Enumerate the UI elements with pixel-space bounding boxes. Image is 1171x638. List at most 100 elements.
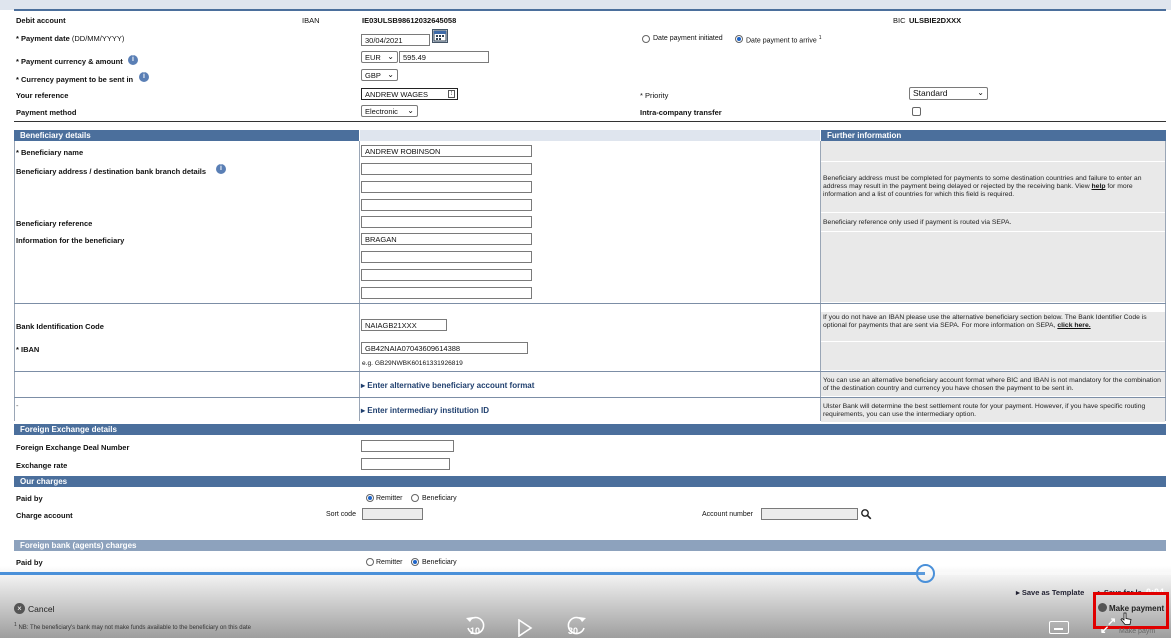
beneficiary-address-label: Beneficiary address / destination bank b… [16, 167, 207, 176]
intermediary-note: Ulster Bank will determine the best sett… [823, 403, 1146, 418]
currency-sent-select[interactable]: GBP ⌄ [361, 69, 398, 81]
info-panel [821, 342, 1165, 370]
keyboard-icon: ⁝ [448, 90, 455, 98]
paid-by-label: Paid by [16, 494, 43, 503]
bic-label: BIC [893, 16, 906, 25]
address-line-1-input[interactable] [361, 163, 532, 175]
info-icon[interactable]: i [128, 55, 138, 65]
make-payment-shadow: Make paym [1119, 628, 1156, 635]
foreign-beneficiary-radio[interactable] [411, 558, 419, 566]
fx-deal-label: Foreign Exchange Deal Number [16, 443, 130, 452]
currency-select[interactable]: EUR ⌄ [361, 51, 398, 63]
bic-note: If you do not have an IBAN please use th… [823, 314, 1147, 329]
make-payment-icon [1098, 603, 1107, 612]
rewind-seconds: 10 [470, 626, 481, 636]
remitter-radio[interactable] [366, 494, 374, 502]
beneficiary-iban-input[interactable]: GB42NAIA07043609614388 [361, 342, 528, 354]
charge-account-label: Charge account [16, 511, 73, 520]
forward-seconds: 30 [568, 626, 579, 636]
address-line-3-input[interactable] [361, 199, 532, 211]
foreign-beneficiary-label: Beneficiary [422, 559, 457, 566]
our-charges-header: Our charges [14, 476, 1166, 487]
fullscreen-icon[interactable]: ↙ [1100, 623, 1109, 636]
beneficiary-name-label: * Beneficiary name [16, 148, 84, 157]
priority-select[interactable]: Standard ⌄ [909, 87, 988, 100]
top-section-bar [14, 9, 1166, 11]
beneficiary-reference-label: Beneficiary reference [16, 219, 93, 228]
fx-section-header: Foreign Exchange details [14, 424, 1166, 435]
hand-cursor-icon [1120, 612, 1132, 628]
priority-label: * Priority [640, 91, 669, 100]
beneficiary-section-header: Beneficiary details [14, 130, 359, 141]
video-scrubber[interactable] [916, 564, 936, 583]
payment-date-label: * Payment date (DD/MM/YYYY) [16, 34, 125, 43]
info-panel [821, 232, 1165, 302]
account-number-input[interactable] [761, 508, 858, 520]
divider [14, 121, 1166, 122]
debit-account-label: Debit account [16, 16, 66, 25]
screen: Debit account IBAN IE03ULSB9861203264505… [0, 0, 1171, 638]
amount-input[interactable]: 595.49 [399, 51, 489, 63]
make-payment-button[interactable]: Make payment [1109, 604, 1164, 613]
reference-note: Beneficiary reference only used if payme… [823, 219, 1012, 226]
iban-example: e.g. GB29NWBK60161331926819 [362, 360, 463, 367]
calendar-icon[interactable] [432, 29, 448, 43]
help-link[interactable]: help [1092, 183, 1106, 190]
address-line-2-input[interactable] [361, 181, 532, 193]
iban-label: IBAN [302, 16, 320, 25]
foreign-remitter-radio[interactable] [366, 558, 374, 566]
foreign-charges-header: Foreign bank (agents) charges [14, 540, 1166, 551]
bank-id-code-label: Bank Identification Code [16, 322, 104, 331]
beneficiary-info-line-2-input[interactable] [361, 251, 532, 263]
beneficiary-charge-label: Beneficiary [422, 495, 457, 502]
cancel-icon[interactable]: × [14, 603, 25, 614]
beneficiary-name-input[interactable]: ANDREW ROBINSON [361, 145, 532, 157]
left-border [14, 141, 15, 421]
sort-code-label: Sort code [326, 511, 356, 518]
divider [14, 303, 1166, 304]
intra-company-label: Intra-company transfer [640, 108, 722, 117]
intra-company-checkbox[interactable] [912, 107, 921, 116]
further-info-header: Further information [821, 130, 1166, 141]
play-icon[interactable] [517, 618, 533, 638]
iban-value: IE03ULSB98612032645058 [362, 16, 457, 25]
info-icon[interactable]: i [139, 72, 149, 82]
beneficiary-info-line-3-input[interactable] [361, 269, 532, 281]
payment-method-select[interactable]: Electronic ⌄ [361, 105, 418, 117]
date-arrive-radio[interactable] [735, 35, 743, 43]
your-reference-input[interactable]: ANDREW WAGES ⁝ [361, 88, 458, 100]
intermediary-link[interactable]: ▸ Enter intermediary institution ID [361, 406, 489, 415]
sort-code-input[interactable] [362, 508, 423, 520]
payment-date-input[interactable]: 30/04/2021 [361, 34, 430, 46]
beneficiary-radio[interactable] [411, 494, 419, 502]
captions-icon[interactable] [1049, 621, 1069, 634]
payment-method-label: Payment method [16, 108, 77, 117]
date-initiated-radio[interactable] [642, 35, 650, 43]
your-reference-label: Your reference [16, 91, 69, 100]
fx-deal-input[interactable] [361, 440, 454, 452]
footnote: 1 NB: The beneficiary's bank may not mak… [14, 622, 251, 631]
save-template-button[interactable]: ▸ Save as Template [1016, 588, 1084, 597]
bank-id-code-input[interactable]: NAIAGB21XXX [361, 319, 447, 331]
beneficiary-reference-input[interactable] [361, 216, 532, 228]
beneficiary-info-line-4-input[interactable] [361, 287, 532, 299]
column-divider [359, 141, 360, 421]
address-note: Beneficiary address must be completed fo… [823, 175, 1142, 198]
right-border [1165, 141, 1166, 421]
exchange-rate-label: Exchange rate [16, 461, 68, 470]
date-arrive-label: Date payment to arrive 1 [746, 35, 822, 45]
video-progress-fill [0, 572, 926, 575]
intermediary-dash: - [16, 401, 19, 410]
remitter-label: Remitter [376, 495, 403, 502]
info-icon[interactable]: i [216, 164, 226, 174]
alt-format-link[interactable]: ▸ Enter alternative beneficiary account … [361, 381, 534, 390]
sepa-link[interactable]: click here. [1057, 322, 1090, 329]
beneficiary-info-line-1-input[interactable]: BRAGAN [361, 233, 532, 245]
beneficiary-header-spacer [360, 130, 820, 141]
cancel-button[interactable]: Cancel [28, 604, 54, 614]
date-initiated-label: Date payment initiated [653, 35, 723, 42]
alt-format-note: You can use an alternative beneficiary a… [823, 377, 1161, 392]
beneficiary-info-label: Information for the beneficiary [16, 236, 125, 245]
exchange-rate-input[interactable] [361, 458, 450, 470]
search-icon[interactable] [860, 508, 872, 522]
